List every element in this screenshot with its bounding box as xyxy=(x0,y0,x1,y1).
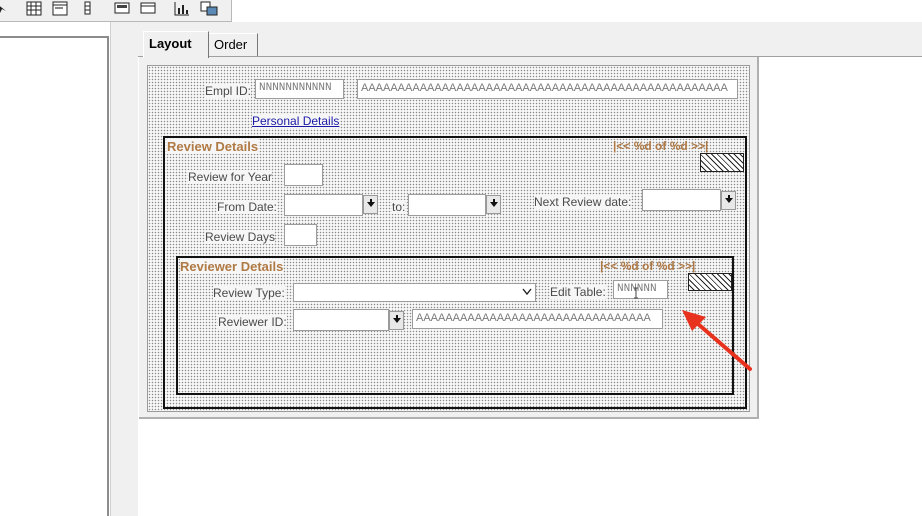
database-icon[interactable] xyxy=(200,1,218,16)
reviewer-name-field[interactable]: AAAAAAAAAAAAAAAAAAAAAAAAAAAAAAAA xyxy=(412,309,663,329)
grid-icon[interactable] xyxy=(26,1,42,16)
to-label: to: xyxy=(392,200,406,214)
to-date-field[interactable] xyxy=(408,194,486,216)
reviewer-details-title: Reviewer Details xyxy=(180,259,284,274)
reviewer-details-nav[interactable]: |<< %d of %d >>| xyxy=(600,259,695,273)
page-layout-icon[interactable] xyxy=(114,1,130,16)
review-days-label: Review Days xyxy=(205,230,276,244)
review-details-nav[interactable]: |<< %d of %d >>| xyxy=(613,139,708,153)
select-icon[interactable] xyxy=(0,1,10,16)
tab-layout-label: Layout xyxy=(149,36,192,51)
empl-id-field[interactable]: NNNNNNNNNNN xyxy=(255,79,344,99)
reviewer-id-dropdown-icon[interactable] xyxy=(389,311,404,330)
left-panel xyxy=(0,36,109,516)
window-icon[interactable] xyxy=(140,1,156,16)
edit-table-label: Edit Table: xyxy=(550,285,606,299)
empl-name-field[interactable]: AAAAAAAAAAAAAAAAAAAAAAAAAAAAAAAAAAAAAAAA… xyxy=(357,79,738,99)
tab-order-label: Order xyxy=(214,37,248,52)
from-date-field[interactable] xyxy=(284,194,363,216)
chart-icon[interactable] xyxy=(174,1,190,16)
review-details-title: Review Details xyxy=(167,139,259,154)
review-type-select[interactable] xyxy=(293,283,536,302)
reviewer-id-label: Reviewer ID: xyxy=(218,315,287,329)
reviewer-details-scroll-control[interactable] xyxy=(688,273,732,291)
review-type-chevron-down-icon[interactable] xyxy=(522,286,532,301)
annotation-arrow-icon xyxy=(682,310,752,371)
to-date-dropdown-icon[interactable] xyxy=(486,195,501,214)
review-for-year-label: Review for Year xyxy=(188,170,273,184)
form-icon[interactable] xyxy=(52,1,68,16)
review-details-scroll-control[interactable] xyxy=(700,153,744,172)
review-type-label: Review Type: xyxy=(213,286,285,300)
review-days-field[interactable] xyxy=(284,224,317,246)
toolbar xyxy=(0,0,232,22)
next-review-date-field[interactable] xyxy=(642,189,721,211)
next-review-date-label: Next Review date: xyxy=(534,195,632,209)
edit-table-field[interactable]: NNNNNN xyxy=(613,280,668,299)
empl-id-label: Empl ID: xyxy=(205,84,252,98)
tab-layout[interactable]: Layout xyxy=(143,31,209,58)
tab-order[interactable]: Order xyxy=(209,33,258,56)
personal-details-link[interactable]: Personal Details xyxy=(252,114,340,128)
pin-icon[interactable] xyxy=(80,1,96,16)
splitter[interactable] xyxy=(110,22,138,516)
reviewer-id-field[interactable] xyxy=(293,309,389,331)
text-cursor-icon xyxy=(633,287,639,302)
from-date-dropdown-icon[interactable] xyxy=(363,195,378,214)
from-date-label: From Date: xyxy=(217,200,278,214)
review-for-year-field[interactable] xyxy=(284,164,323,186)
next-review-date-dropdown-icon[interactable] xyxy=(721,191,736,210)
